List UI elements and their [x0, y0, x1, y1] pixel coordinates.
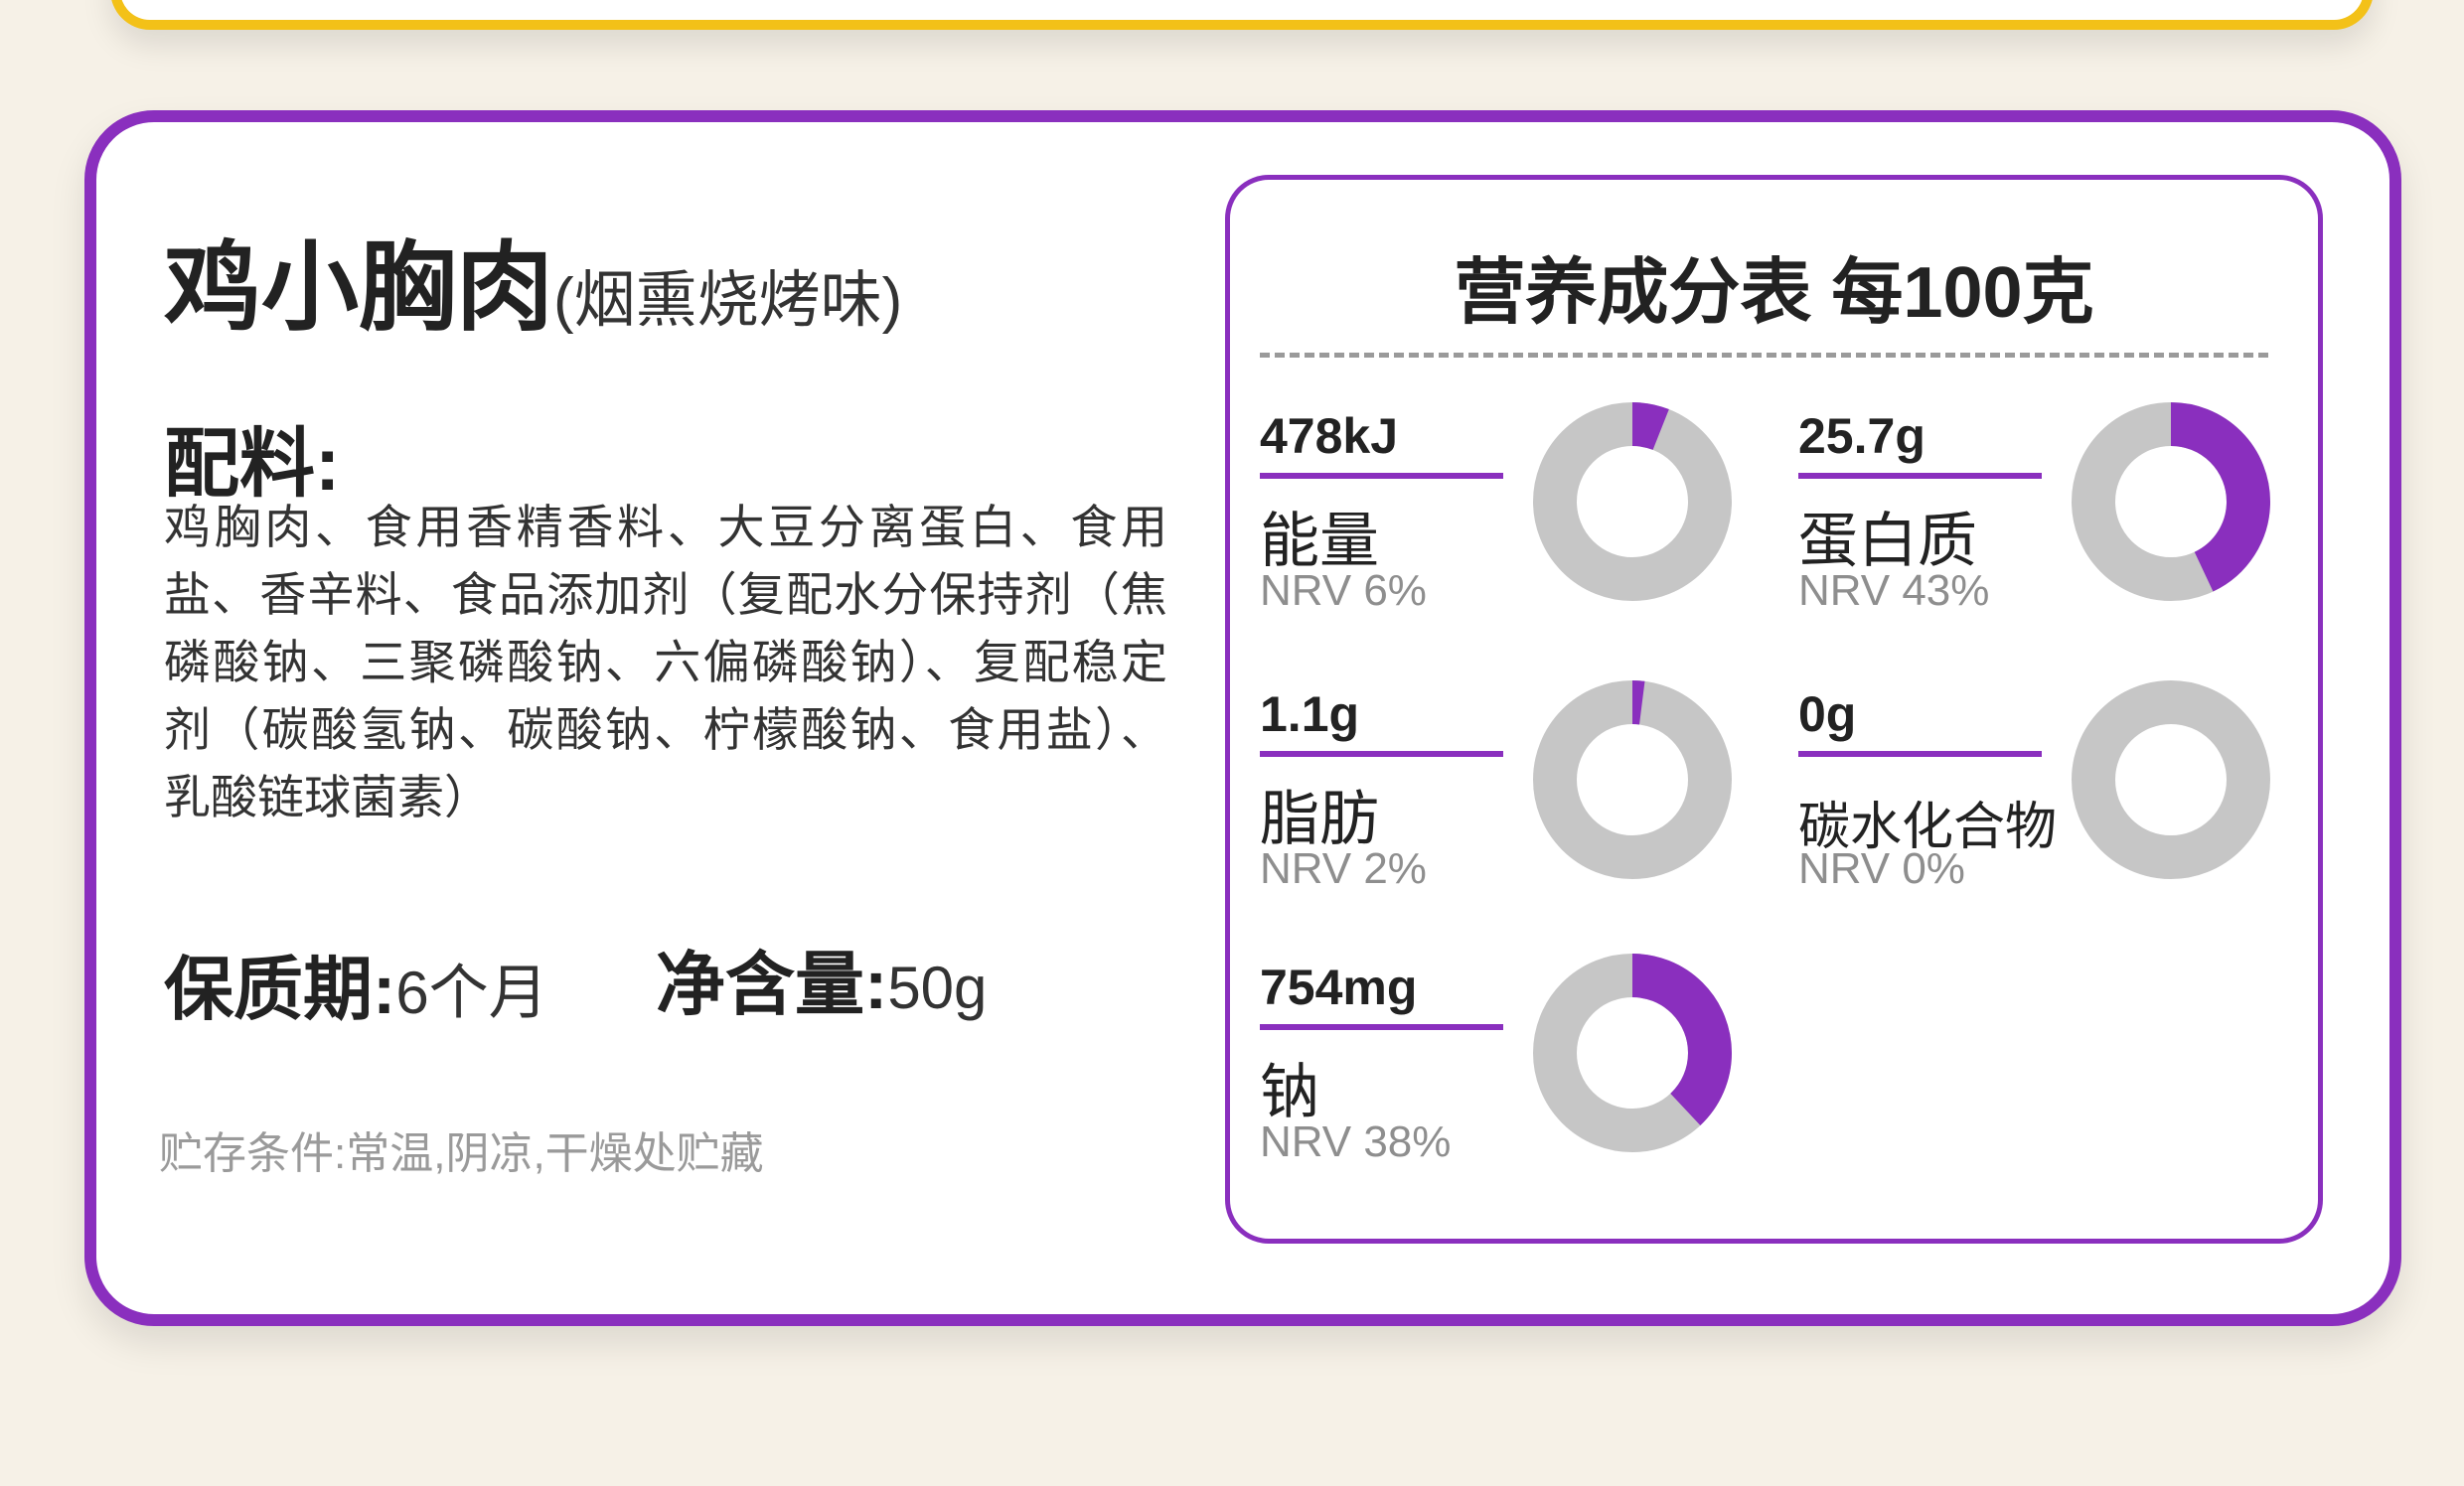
nutrient-amount: 1.1g	[1260, 686, 1360, 742]
nutrient-nrv: NRV 0%	[1798, 844, 1965, 893]
nutrient-nrv: NRV 38%	[1260, 1117, 1452, 1166]
product-name: 鸡小胸肉	[164, 232, 554, 342]
net-content-value: 50g	[887, 955, 988, 1021]
nutrient-nrv: NRV 43%	[1798, 566, 1990, 615]
nutrient-nrv: NRV 2%	[1260, 844, 1427, 893]
nutrient-donut	[2072, 680, 2270, 879]
ingredients-text: 鸡胸肉、食用香精香料、大豆分离蛋白、食用盐、香辛料、食品添加剂（复配水分保持剂（…	[164, 501, 1167, 823]
nutrition-divider	[1260, 353, 2268, 358]
shelf-life: 保质期:6个月	[164, 934, 548, 1034]
nutrient-amount: 754mg	[1260, 960, 1418, 1015]
nutrient-donut	[1533, 954, 1732, 1152]
shelf-life-value: 6个月	[395, 960, 548, 1026]
nutrient-underline	[1260, 751, 1503, 757]
nutrient-amount: 0g	[1798, 686, 1857, 742]
donut-track	[2072, 680, 2270, 879]
nutrient-nrv: NRV 6%	[1260, 566, 1427, 615]
nutrient-fat: 1.1g 脂肪 NRV 2%	[1260, 680, 1816, 914]
nutrient-sodium: 754mg 钠 NRV 38%	[1260, 954, 1816, 1187]
donut-track	[1533, 402, 1732, 601]
product-title: 鸡小胸肉(烟熏烧烤味)	[164, 209, 902, 350]
shelf-life-label: 保质期:	[164, 951, 396, 1028]
nutrient-protein: 25.7g 蛋白质 NRV 43%	[1798, 402, 2355, 636]
nutrient-carbohydrate: 0g 碳水化合物 NRV 0%	[1798, 680, 2355, 914]
nutrient-amount: 25.7g	[1798, 408, 1925, 464]
nutrient-underline	[1798, 473, 2042, 479]
nutrient-underline	[1798, 751, 2042, 757]
net-content: 净含量:50g	[656, 929, 987, 1029]
nutrient-underline	[1260, 473, 1503, 479]
nutrient-donut	[1533, 680, 1732, 879]
nutrient-energy: 478kJ 能量 NRV 6%	[1260, 402, 1816, 636]
net-content-label: 净含量:	[656, 946, 888, 1023]
nutrient-donut	[1533, 402, 1732, 601]
nutrient-amount: 478kJ	[1260, 408, 1399, 464]
donut-track	[1533, 680, 1732, 879]
nutrition-title: 营养成分表 每100克	[1454, 253, 2094, 333]
storage-conditions: 贮存条件:常温,阴凉,干燥处贮藏	[159, 1129, 764, 1178]
previous-card	[110, 0, 2374, 30]
product-flavor: (烟熏烧烤味)	[553, 266, 903, 335]
nutrient-underline	[1260, 1024, 1503, 1030]
nutrient-donut	[2072, 402, 2270, 601]
